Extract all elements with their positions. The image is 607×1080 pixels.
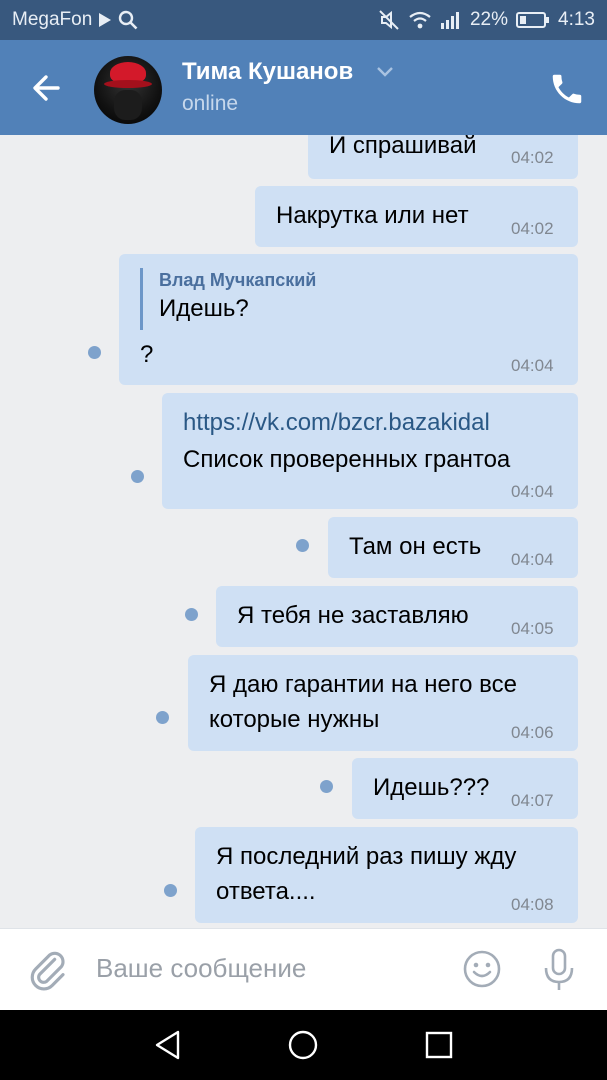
message-bubble[interactable]: Я последний раз пишу жду ответа.... 04:0… [195, 827, 578, 923]
unread-indicator [185, 608, 198, 621]
triangle-back-icon[interactable] [151, 1028, 185, 1062]
paperclip-icon [30, 951, 65, 991]
unread-indicator [164, 884, 177, 897]
message-bubble[interactable]: Накрутка или нет 04:02 [255, 186, 578, 247]
message-bubble[interactable]: Влад Мучкапский Идешь? ? 04:04 [119, 254, 578, 385]
search-icon [119, 10, 138, 30]
reply-quote[interactable]: Влад Мучкапский Идешь? [140, 268, 316, 330]
unread-indicator [88, 346, 101, 359]
message-bubble[interactable]: Я тебя не заставляю 04:05 [216, 586, 578, 647]
message-time: 04:05 [511, 619, 554, 638]
message-text-line1: Я последний раз пишу жду [216, 843, 517, 870]
arrow-left-icon [33, 75, 60, 101]
play-icon [99, 13, 112, 27]
system-nav-bar [0, 1010, 607, 1080]
chat-header: Тима Кушанов online [0, 40, 607, 135]
message-bubble[interactable]: https://vk.com/bzcr.bazakidal Список про… [162, 393, 578, 509]
message-text: Я тебя не заставляю [237, 602, 469, 629]
message-time: 04:04 [511, 356, 554, 375]
battery-icon [516, 12, 550, 28]
unread-indicator [156, 711, 169, 724]
message-link[interactable]: https://vk.com/bzcr.bazakidal [183, 406, 490, 440]
message-bubble[interactable]: И спрашивай 04:02 [308, 135, 578, 179]
message-text: Накрутка или нет [276, 202, 469, 229]
reply-author: Влад Мучкапский [159, 270, 317, 290]
wifi-icon [409, 11, 431, 29]
clock: 4:13 [558, 9, 595, 30]
chevron-down-icon[interactable] [376, 66, 394, 78]
message-time: 04:04 [511, 482, 554, 501]
message-time: 04:02 [511, 148, 554, 167]
message-text-line2: которые нужны [209, 706, 380, 733]
battery-percent: 22% [469, 9, 509, 30]
back-button[interactable] [28, 70, 64, 106]
phone-icon [552, 74, 582, 104]
message-text-line2: ответа.... [216, 878, 316, 905]
message-text: ? [140, 341, 154, 368]
smiley-icon [463, 950, 501, 988]
attach-button[interactable] [28, 949, 68, 993]
message-text: И спрашивай [329, 135, 477, 159]
status-bar: MegaFon 22% 4:13 [0, 0, 607, 40]
signal-icon [440, 12, 459, 29]
message-list[interactable]: И спрашивай 04:02 Накрутка или нет 04:02… [0, 135, 607, 928]
message-text: Там он есть [349, 533, 482, 560]
mute-icon [379, 10, 399, 30]
message-text-line1: Я даю гарантии на него все [209, 671, 517, 698]
contact-name[interactable]: Тима Кушанов [182, 58, 353, 86]
message-bubble[interactable]: Там он есть 04:04 [328, 517, 578, 578]
message-input[interactable]: Ваше сообщение [96, 953, 306, 984]
message-text: Список проверенных грантоа [183, 446, 511, 473]
message-bubble[interactable]: Я даю гарантии на него все которые нужны… [188, 655, 578, 751]
emoji-button[interactable] [462, 949, 502, 989]
carrier-label: MegaFon [12, 9, 93, 30]
circle-home-icon[interactable] [286, 1028, 320, 1062]
message-bubble[interactable]: Идешь??? 04:07 [352, 758, 578, 819]
avatar[interactable] [94, 56, 162, 124]
message-text: Идешь??? [373, 774, 490, 801]
message-time: 04:02 [511, 219, 554, 238]
unread-indicator [296, 539, 309, 552]
message-time: 04:07 [511, 791, 554, 810]
voice-message-button[interactable] [541, 947, 577, 993]
square-recents-icon[interactable] [422, 1028, 456, 1062]
unread-indicator [320, 780, 333, 793]
microphone-icon [544, 948, 574, 990]
contact-status: online [182, 92, 239, 115]
composer: Ваше сообщение [0, 928, 607, 1010]
message-time: 04:06 [511, 723, 554, 742]
message-time: 04:04 [511, 550, 554, 569]
unread-indicator [131, 470, 144, 483]
call-button[interactable] [548, 70, 586, 108]
message-time: 04:08 [511, 895, 554, 914]
reply-text: Идешь? [159, 295, 249, 322]
